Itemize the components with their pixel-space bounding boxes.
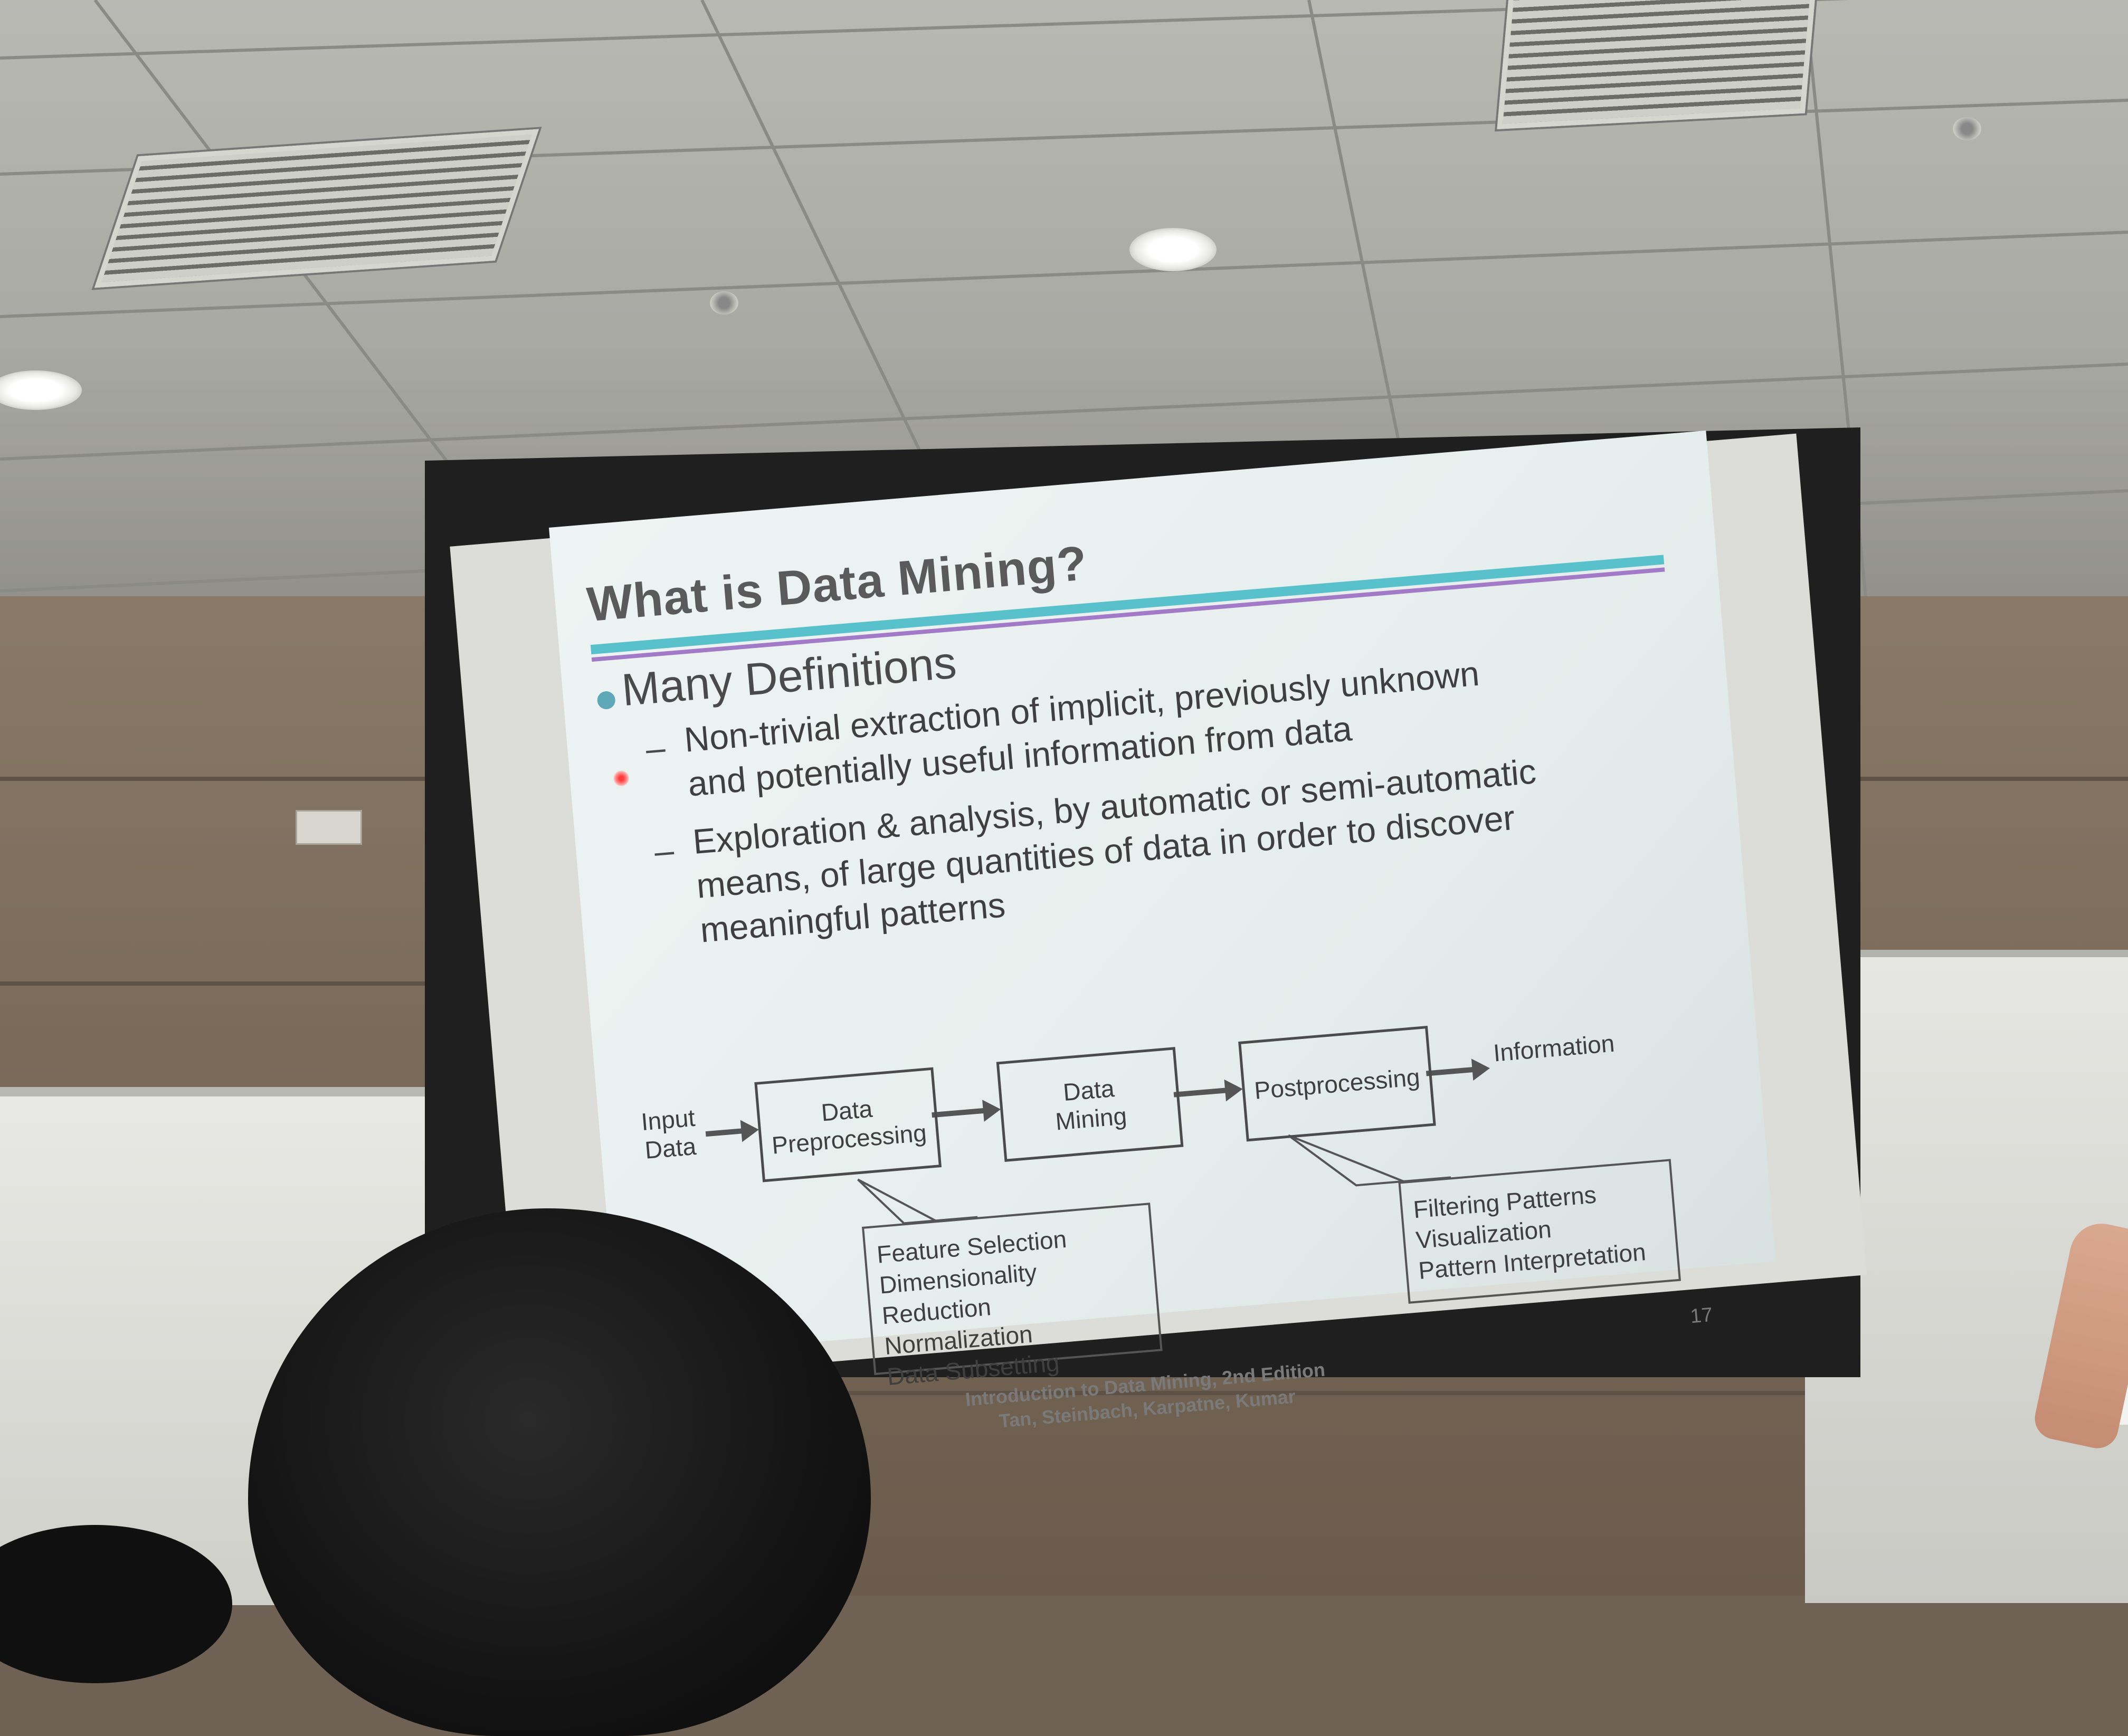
data-mining-box: Data Mining [996,1047,1184,1162]
ceiling-light [1129,228,1217,271]
sprinkler-icon [710,291,738,314]
slide: What is Data Mining? Many Definitions – … [549,430,1776,1432]
preprocessing-callout: Feature Selection Dimensionality Reducti… [861,1203,1163,1390]
postprocessing-box: Postprocessing [1238,1026,1436,1142]
projected-slide-area: What is Data Mining? Many Definitions – … [450,430,1867,1432]
ceiling-vent [1497,0,1818,129]
preprocessing-box: Data Preprocessing [754,1067,942,1182]
wall-switch-plate [296,810,362,845]
sprinkler-icon [1953,117,1981,140]
postprocessing-callout: Filtering Patterns Visualization Pattern… [1398,1159,1681,1304]
slide-page-number: 17 [1689,1303,1714,1328]
input-data-label: Input Data [640,1103,697,1164]
